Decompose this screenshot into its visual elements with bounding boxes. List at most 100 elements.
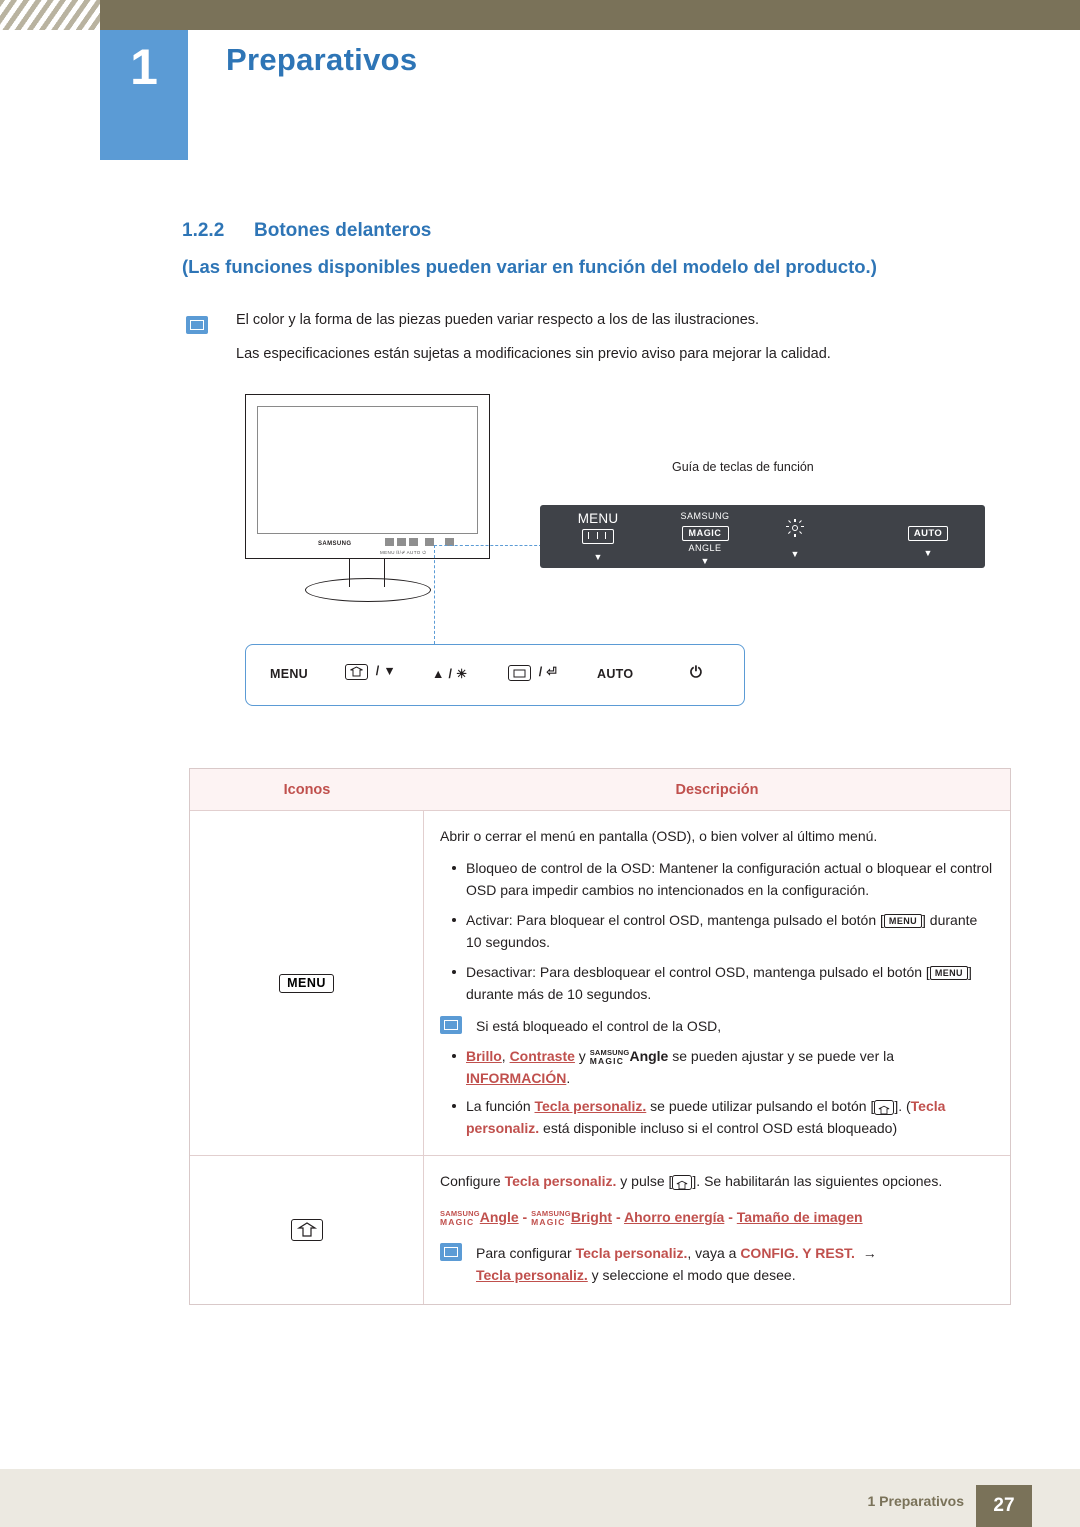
custom-key-icon (290, 1219, 323, 1241)
front-button-down-label: / ▼ (375, 664, 396, 679)
magic-icon: MAGIC (681, 526, 729, 541)
menu-note-bullet-2: La función Tecla personaliz. se puede ut… (440, 1095, 994, 1139)
contraste-link[interactable]: Contraste (510, 1048, 575, 1064)
guide-caption: Guía de teclas de función (672, 460, 814, 474)
front-button-enter[interactable]: / ⏎ (508, 664, 557, 681)
osd-caret-auto: ▼ (923, 548, 933, 558)
custom-key-icon (345, 664, 368, 680)
custom-key-icon (874, 1099, 895, 1115)
front-button-menu[interactable]: MENU (270, 667, 308, 681)
monitor-button-labels: MENU ⌷/⏎ AUTO ⏻ (380, 550, 427, 555)
monitor-screen (257, 406, 478, 534)
section-title: Botones delanteros (254, 220, 432, 241)
section-subtitle: (Las funciones disponibles pueden variar… (182, 256, 877, 277)
table-cell-description-menu: Abrir o cerrar el menú en pantalla (OSD)… (424, 811, 1010, 1155)
table-header-icons: Iconos (283, 781, 331, 798)
source-icon (513, 669, 526, 678)
custom-key-note: Para configurar Tecla personaliz., vaya … (440, 1242, 994, 1286)
custom-key-intro: Configure Tecla personaliz. y pulse []. … (440, 1170, 994, 1192)
callout-line-vertical (434, 545, 435, 644)
header-band (0, 0, 1080, 30)
osd-item-menu[interactable]: MENU ▼ (550, 511, 646, 562)
custom-key-arrow-icon (677, 1180, 688, 1190)
osd-menu-label: MENU (577, 511, 619, 526)
samsung-logo: SAMSUNG (318, 541, 352, 547)
osd-caret-brightness: ▼ (790, 549, 800, 559)
chapter-number: 1 (130, 39, 158, 95)
menu-icon-inline-2: MENU (929, 966, 968, 981)
tecla-personaliz-link[interactable]: Tecla personaliz. (476, 1267, 588, 1283)
bright-option[interactable]: Bright (571, 1209, 612, 1225)
tecla-personaliz-text: Tecla personaliz. (504, 1173, 617, 1189)
informacion-link[interactable]: INFORMACIÓN (466, 1070, 566, 1086)
monitor-button-strip (385, 538, 463, 548)
custom-key-icon (672, 1174, 693, 1190)
osd-item-brightness[interactable]: ▼ (740, 519, 850, 559)
header-hatch-decoration (0, 0, 100, 30)
osd-key-guide-bar: MENU ▼ SAMSUNG MAGIC ANGLE ▼ ▼ AUTO ▼ (540, 505, 985, 568)
menu-intro-text: Abrir o cerrar el menú en pantalla (OSD)… (440, 828, 878, 844)
section-number: 1.2.2 (182, 220, 225, 241)
front-button-menu-label: MENU (270, 667, 309, 681)
note-text-second: Las especificaciones están sujetas a mod… (236, 346, 831, 362)
monitor-stand-base (305, 578, 431, 602)
table-cell-icon-custom-key (190, 1156, 424, 1304)
menu-note: Si está bloqueado el control de la OSD, (440, 1015, 994, 1037)
ahorro-energia-option[interactable]: Ahorro energía (624, 1209, 724, 1225)
front-button-power[interactable]: ⏻ (690, 664, 702, 681)
samsung-magic-angle-icon: SAMSUNG MAGIC (589, 1048, 630, 1067)
custom-key-arrow-icon (350, 666, 363, 677)
table-header-row: Iconos Descripción (190, 769, 1010, 811)
angle-label: Angle (629, 1048, 669, 1064)
custom-key-arrow-icon (296, 1222, 317, 1237)
table-header-description: Descripción (675, 781, 759, 798)
power-icon: ⏻ (690, 664, 703, 681)
menu-icon-inline: MENU (883, 914, 923, 929)
osd-item-auto[interactable]: AUTO ▼ (880, 523, 976, 558)
menu-note-bullet-1: Brillo, Contraste y SAMSUNG MAGIC Angle se… (440, 1045, 994, 1089)
front-button-up-label: ▲ / ☀ (432, 667, 468, 681)
callout-line-horizontal (466, 545, 542, 546)
custom-key-arrow-icon (878, 1105, 890, 1115)
footer-page-number: 27 (976, 1485, 1032, 1527)
section-heading: 1.2.2 Botones delanteros (182, 220, 431, 242)
menu-icon (582, 529, 614, 544)
front-button-up-brightness[interactable]: ▲ / ☀ (432, 666, 468, 681)
menu-bullet-1: Bloqueo de control de la OSD: Mantener l… (440, 857, 994, 901)
menu-note-text: Si está bloqueado el control de la OSD, (476, 1018, 722, 1034)
note-text-first: El color y la forma de las piezas pueden… (236, 312, 760, 328)
auto-icon: AUTO (907, 526, 949, 541)
brightness-icon (786, 519, 804, 537)
osd-caret-menu: ▼ (593, 552, 603, 562)
tamano-imagen-option[interactable]: Tamaño de imagen (737, 1209, 863, 1225)
footer-chapter-label: 1 Preparativos (867, 1493, 965, 1509)
note-icon (440, 1016, 462, 1034)
samsung-magic-angle-icon: SAMSUNG MAGIC (440, 1209, 480, 1228)
chapter-title: Preparativos (226, 42, 418, 77)
tecla-personaliz-link[interactable]: Tecla personaliz. (535, 1098, 647, 1114)
brillo-link[interactable]: Brillo (466, 1048, 502, 1064)
table-row: Configure Tecla personaliz. y pulse []. … (190, 1156, 1010, 1304)
custom-key-options: SAMSUNG MAGIC Angle - SAMSUNG MAGIC Bright -… (440, 1209, 863, 1228)
front-button-auto[interactable]: AUTO (597, 667, 633, 681)
table-cell-description-custom-key: Configure Tecla personaliz. y pulse []. … (424, 1156, 1010, 1304)
menu-bullet-1-text: Bloqueo de control de la OSD: Mantener l… (466, 860, 993, 898)
front-button-custom-down[interactable]: / ▼ (345, 664, 396, 680)
front-button-auto-label: AUTO (597, 667, 634, 681)
table-row: MENU Abrir o cerrar el menú en pantalla … (190, 811, 1010, 1156)
note-icon (186, 316, 208, 334)
table-cell-icon-menu: MENU (190, 811, 424, 1155)
menu-icon: MENU (279, 973, 334, 993)
function-key-table: Iconos Descripción MENU Abrir o cerrar e… (189, 768, 1011, 1305)
menu-bullet-3: Desactivar: Para desbloquear el control … (440, 961, 994, 1005)
front-button-bar (245, 644, 745, 706)
note-icon (440, 1243, 462, 1261)
tecla-personaliz-text: Tecla personaliz. (575, 1245, 688, 1261)
config-rest-link[interactable]: CONFIG. Y REST. (740, 1245, 855, 1261)
angle-option[interactable]: Angle (480, 1209, 519, 1225)
menu-bullet-2: Activar: Para bloquear el control OSD, m… (440, 909, 994, 953)
source-key-icon (508, 664, 531, 681)
callout-line-horizontal-2 (434, 545, 468, 546)
samsung-magic-bright-icon: SAMSUNG MAGIC (531, 1209, 571, 1228)
custom-key-note-text: Para configurar Tecla personaliz., vaya … (476, 1245, 877, 1283)
